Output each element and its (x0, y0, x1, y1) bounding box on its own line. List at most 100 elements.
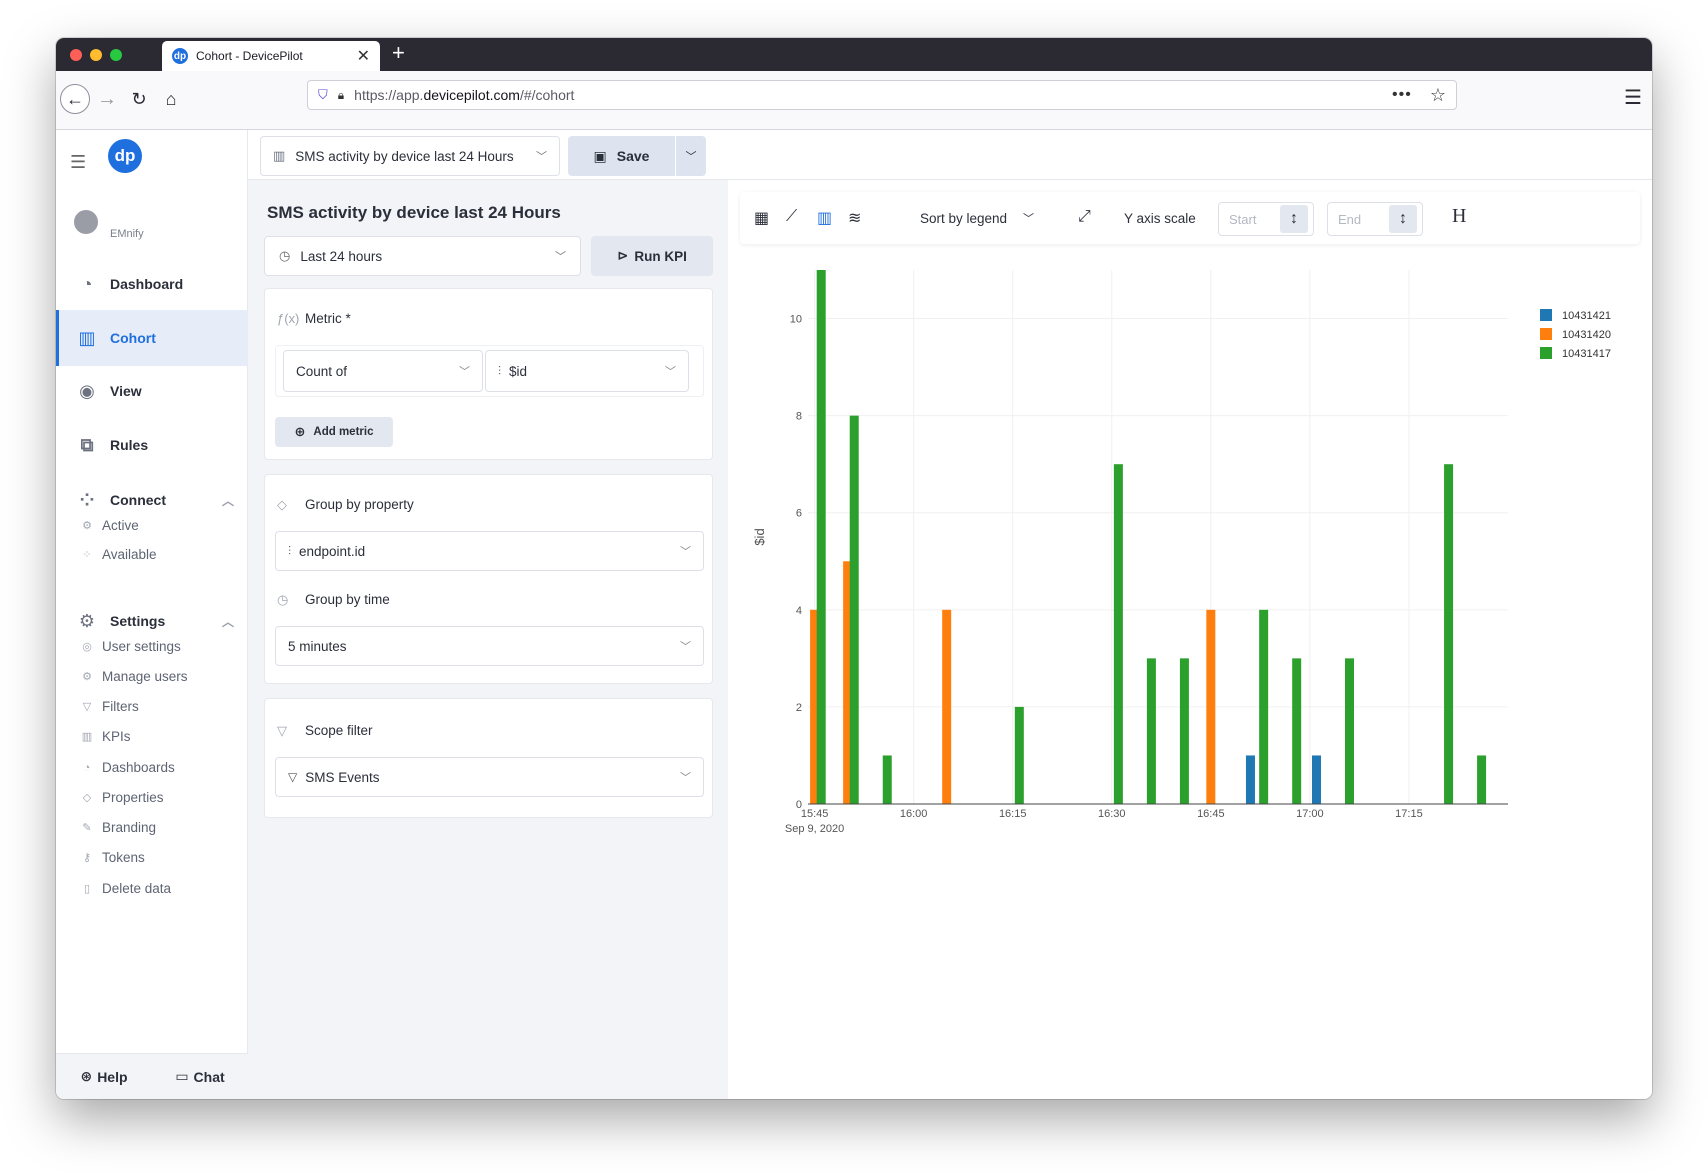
maximize-window-button[interactable] (110, 49, 122, 61)
bar-10431417[interactable] (816, 270, 826, 804)
url-bar[interactable]: ⛉ 🔒︎ https://app.devicepilot.com/#/cohor… (307, 80, 1457, 110)
minimize-window-button[interactable] (90, 49, 102, 61)
bar-10431421[interactable] (1245, 755, 1255, 804)
chevron-down-icon: ﹀ (680, 641, 691, 653)
reload-icon[interactable]: ↻ (124, 84, 154, 114)
sidebar-sub-active[interactable]: ⚙ Active (80, 518, 139, 533)
vertical-arrows-icon[interactable]: ↕ (1389, 205, 1417, 233)
back-arrow-icon[interactable]: ← (60, 84, 90, 114)
bar-10431417[interactable] (1014, 706, 1024, 804)
chat-bubbles-icon: ▭ (175, 1068, 189, 1084)
sidebar-sub-kpis[interactable]: ▥ KPIs (80, 729, 131, 744)
tracking-shield-icon[interactable]: ⛉ (318, 87, 328, 103)
vertical-arrows-icon[interactable]: ↕ (1280, 205, 1308, 233)
chevron-up-icon[interactable]: ︿ (222, 613, 234, 630)
chevron-down-icon: ﹀ (555, 251, 566, 263)
close-tab-icon[interactable]: ✕ (357, 46, 370, 66)
sidebar-sub-manage-users[interactable]: ⚙ Manage users (80, 669, 188, 684)
new-tab-icon[interactable]: + (392, 40, 405, 66)
y-tick-label: 2 (796, 702, 802, 714)
bar-10431420[interactable] (1206, 609, 1216, 804)
sidebar-sub-delete-data[interactable]: ▯ Delete data (80, 881, 171, 896)
bar-10431421[interactable] (1311, 755, 1321, 804)
sidebar-sub-tokens[interactable]: ⚷ Tokens (80, 850, 145, 865)
tag-icon: ◇ (82, 792, 92, 804)
bookmark-star-icon[interactable]: ☆ (1430, 85, 1446, 106)
legend-swatch[interactable] (1540, 309, 1552, 321)
legend-label[interactable]: 10431417 (1562, 348, 1611, 360)
lifebuoy-icon: ⊛ (80, 1068, 93, 1084)
bar-10431417[interactable] (1444, 464, 1454, 804)
sidebar-sub-filters[interactable]: ▽ Filters (80, 699, 139, 714)
help-button[interactable]: ⊛ Help (56, 1068, 152, 1085)
bar-10431417[interactable] (849, 415, 859, 804)
hamburger-menu-icon[interactable]: ☰ (70, 152, 86, 173)
bar-chart-icon[interactable]: ▥ (817, 208, 832, 228)
bar-10431417[interactable] (1292, 658, 1302, 804)
sidebar: ☰ dp EMnify ◔ Dashboard ▥ Cohort ◉ View … (56, 130, 248, 1099)
time-range-select[interactable]: ◷ Last 24 hours ﹀ (264, 236, 581, 276)
y-tick-label: 8 (796, 411, 802, 423)
devicepilot-logo[interactable]: dp (108, 139, 142, 173)
tag-icon: ◇ (277, 497, 287, 512)
sidebar-sub-available[interactable]: ⁘ Available (80, 547, 156, 562)
legend-label[interactable]: 10431420 (1562, 329, 1611, 341)
browser-menu-icon[interactable]: ☰ (1624, 85, 1642, 110)
save-options-dropdown[interactable]: ﹀ (676, 136, 706, 176)
sidebar-sub-user-settings[interactable]: ◎ User settings (80, 639, 181, 654)
sidebar-item-label: View (110, 383, 142, 399)
sidebar-sub-dashboards[interactable]: ◔ Dashboards (80, 760, 175, 775)
stack-layers-icon[interactable]: ≋ (848, 208, 861, 228)
sidebar-footer: ⊛ Help ▭ Chat (56, 1053, 248, 1099)
add-metric-button[interactable]: ⊕ Add metric (275, 417, 393, 447)
user-name[interactable]: EMnify (110, 228, 144, 240)
bar-10431417[interactable] (1345, 658, 1355, 804)
sidebar-item-label: Dashboard (110, 276, 184, 292)
user-avatar[interactable] (74, 210, 98, 234)
heading-button[interactable]: H (1452, 205, 1466, 228)
sidebar-item-view[interactable]: ◉ View (56, 363, 248, 419)
trash-icon: ▯ (83, 883, 91, 895)
browser-navbar: ← → ↻ ⌂ ⛉ 🔒︎ https://app.devicepilot.com… (56, 71, 1652, 130)
chat-button[interactable]: ▭ Chat (152, 1068, 248, 1085)
lock-icon[interactable]: 🔒︎ (338, 88, 344, 103)
run-kpi-button[interactable]: ⊳ Run KPI (591, 236, 713, 276)
forward-arrow-icon[interactable]: → (92, 84, 122, 114)
bar-10431417[interactable] (1179, 658, 1189, 804)
bar-10431417[interactable] (1113, 464, 1123, 804)
metric-aggregation-select[interactable]: Count of ﹀ (283, 350, 483, 392)
chevron-down-icon: ﹀ (665, 366, 676, 378)
sidebar-item-dashboard[interactable]: ◔ Dashboard (56, 256, 248, 312)
legend-label[interactable]: 10431421 (1562, 310, 1611, 322)
sidebar-item-label: Settings (110, 613, 166, 629)
line-chart-icon[interactable]: ⟋ (786, 208, 797, 226)
group-by-property-select[interactable]: ⫶ endpoint.id ﹀ (275, 531, 704, 571)
metric-field-select[interactable]: ⫶ $id ﹀ (485, 350, 689, 392)
user-circle-icon: ◎ (82, 641, 92, 653)
home-icon[interactable]: ⌂ (156, 84, 186, 114)
sort-by-legend-select[interactable]: Sort by legend ﹀ (912, 202, 1042, 234)
sidebar-item-rules[interactable]: ⧉ Rules (56, 417, 248, 473)
legend-swatch[interactable] (1540, 347, 1552, 359)
scope-filter-select[interactable]: ▽ SMS Events ﹀ (275, 757, 704, 797)
kpi-select-dropdown[interactable]: ▥ SMS activity by device last 24 Hours ﹀ (260, 136, 560, 176)
bar-10431417[interactable] (882, 755, 892, 804)
browser-tab[interactable]: dp Cohort - DevicePilot ✕ (162, 41, 380, 71)
sidebar-sub-properties[interactable]: ◇ Properties (80, 790, 164, 805)
bar-10431417[interactable] (1259, 609, 1269, 804)
group-by-time-select[interactable]: 5 minutes ﹀ (275, 626, 704, 666)
bar-10431417[interactable] (1477, 755, 1487, 804)
close-window-button[interactable] (70, 49, 82, 61)
sidebar-item-cohort[interactable]: ▥ Cohort (56, 310, 248, 366)
sidebar-sub-branding[interactable]: ✎ Branding (80, 820, 156, 835)
legend-swatch[interactable] (1540, 328, 1552, 340)
bar-10431417[interactable] (1146, 658, 1156, 804)
url-text[interactable]: https://app.devicepilot.com/#/cohort (354, 87, 1392, 103)
y-tick-label: 10 (790, 314, 802, 326)
chevron-up-icon[interactable]: ︿ (222, 492, 234, 509)
expand-icon[interactable]: ⤢ (1078, 208, 1091, 226)
page-actions-icon[interactable]: ••• (1392, 86, 1412, 104)
table-view-icon[interactable]: ▦ (754, 208, 769, 228)
bar-10431420[interactable] (942, 609, 952, 804)
save-button[interactable]: ▣ Save (568, 136, 675, 176)
